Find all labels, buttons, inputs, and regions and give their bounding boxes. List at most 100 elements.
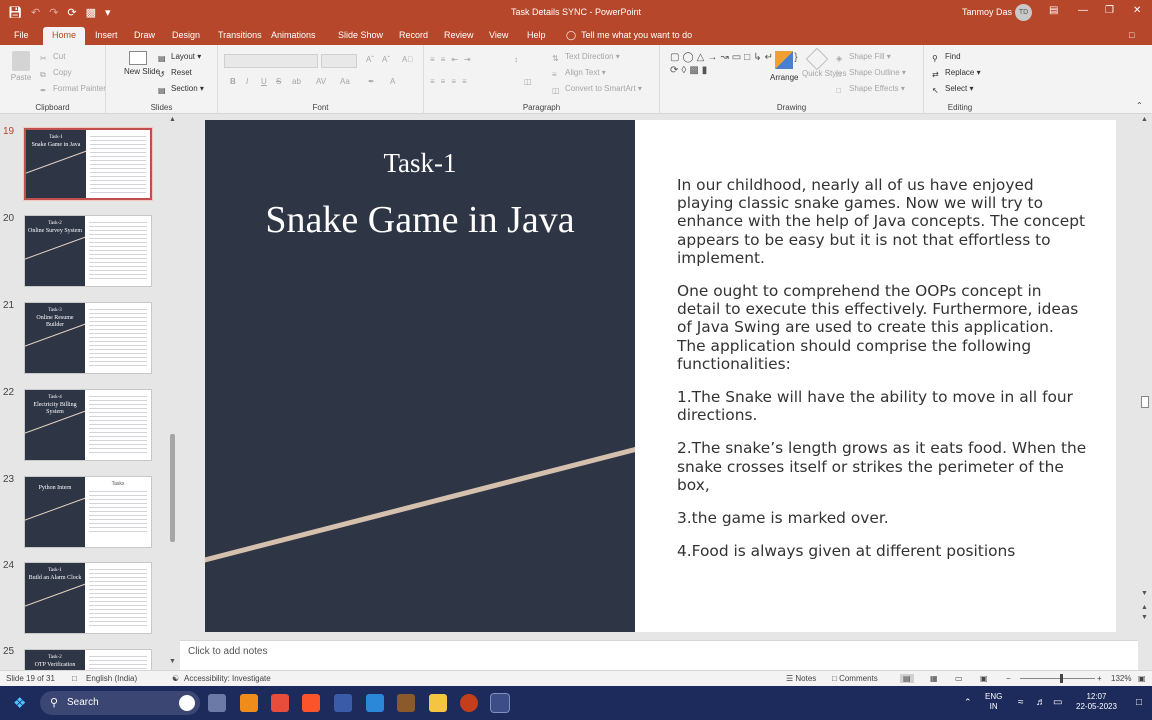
tab-view[interactable]: View: [489, 30, 508, 40]
scroll-up-icon[interactable]: ▲: [169, 116, 176, 123]
shadow-button[interactable]: ab: [292, 77, 301, 86]
italic-button[interactable]: I: [246, 77, 248, 86]
thumbnail-slide-25[interactable]: Task-2 OTP Verification: [24, 649, 152, 670]
accessibility-icon[interactable]: ☯: [172, 674, 179, 683]
previous-slide-icon[interactable]: ▲: [1141, 604, 1148, 611]
zoom-slider[interactable]: [1020, 678, 1095, 679]
highlight-icon[interactable]: ✒: [368, 77, 375, 86]
tab-animations[interactable]: Animations: [271, 30, 316, 40]
scroll-down-icon[interactable]: ▼: [169, 658, 176, 665]
slide-task-label[interactable]: Task-1: [205, 148, 635, 179]
zoom-slider-handle[interactable]: [1060, 674, 1064, 683]
language-tray[interactable]: ENG IN: [985, 692, 1002, 712]
thumbnail-slide-19[interactable]: Task-1 Snake Game in Java: [23, 127, 153, 201]
notes-pane[interactable]: Click to add notes: [180, 640, 1138, 670]
line-spacing-icon[interactable]: ↕: [514, 55, 518, 64]
tab-help[interactable]: Help: [527, 30, 546, 40]
thumbnail-slide-20[interactable]: Task-2 Online Survey System: [24, 215, 152, 287]
shapes-gallery[interactable]: ▢◯△→↝▭□↳↵☆{}⟳◊▩▮: [670, 51, 798, 91]
spelling-icon[interactable]: □: [72, 674, 77, 683]
columns-icon[interactable]: ◫: [524, 77, 532, 86]
tab-record[interactable]: Record: [399, 30, 428, 40]
task-view-icon[interactable]: [208, 694, 226, 712]
volume-icon[interactable]: ♬: [1036, 697, 1046, 708]
list-buttons[interactable]: ≡≡⇤⇥: [430, 55, 477, 64]
current-slide[interactable]: Task-1 Snake Game in Java In our childho…: [205, 120, 1116, 632]
ribbon-display-icon[interactable]: ▤: [1049, 5, 1058, 16]
arrange-button[interactable]: Arrange: [770, 51, 798, 83]
new-slide-button[interactable]: New Slide: [124, 51, 160, 77]
scroll-thumb[interactable]: [1141, 396, 1149, 408]
comments-toggle[interactable]: □ Comments: [832, 674, 878, 683]
scroll-up-icon[interactable]: ▲: [1141, 116, 1148, 123]
shrink-font-icon[interactable]: Aˇ: [382, 55, 390, 64]
battery-icon[interactable]: ▭: [1053, 697, 1062, 708]
tab-home[interactable]: Home: [43, 27, 86, 45]
thumbnail-slide-22[interactable]: Task-4 Electricity Billing System: [24, 389, 152, 461]
bold-button[interactable]: B: [230, 77, 236, 86]
close-icon[interactable]: ✕: [1133, 5, 1141, 16]
tab-insert[interactable]: Insert: [95, 30, 118, 40]
clear-format-icon[interactable]: A⃠: [402, 55, 413, 64]
show-hidden-icons[interactable]: ⌃: [964, 697, 972, 708]
cut-button[interactable]: ✂ Cut: [40, 52, 65, 64]
section-button[interactable]: ▤ Section ▾: [158, 84, 204, 96]
zoom-level[interactable]: 132%: [1111, 674, 1131, 683]
copy-button[interactable]: ⧉ Copy: [40, 68, 72, 80]
vscode-icon[interactable]: [366, 694, 384, 712]
paste-button[interactable]: Paste: [8, 51, 34, 83]
wifi-icon[interactable]: ≈: [1018, 697, 1024, 708]
font-size-select[interactable]: [321, 54, 357, 68]
fit-slide-icon[interactable]: ▣: [1138, 674, 1146, 683]
change-case-button[interactable]: Aa: [340, 77, 350, 86]
windows-start-icon[interactable]: ❖: [13, 694, 26, 712]
thumbnails-scrollbar[interactable]: ▲ ▼: [166, 114, 180, 670]
accessibility-status[interactable]: Accessibility: Investigate: [184, 674, 271, 683]
maximize-icon[interactable]: ❐: [1105, 5, 1114, 16]
normal-view-icon[interactable]: ▤: [900, 674, 914, 683]
reading-view-icon[interactable]: ▭: [955, 674, 963, 683]
file-explorer-icon[interactable]: [429, 694, 447, 712]
clock[interactable]: 12:07 22-05-2023: [1076, 692, 1117, 712]
user-name[interactable]: Tanmoy Das: [962, 7, 1012, 17]
slide-scrollbar[interactable]: ▲ ▼ ▲ ▼: [1138, 114, 1152, 670]
minimize-icon[interactable]: —: [1078, 5, 1088, 16]
align-text-button[interactable]: ≡ Align Text ▾: [552, 68, 606, 80]
font-family-select[interactable]: [224, 54, 318, 68]
tab-review[interactable]: Review: [444, 30, 474, 40]
shape-effects-button[interactable]: □ Shape Effects ▾: [836, 84, 905, 96]
format-painter-button[interactable]: ✒ Format Painter: [40, 84, 106, 96]
tell-me-search[interactable]: ◯ Tell me what you want to do: [566, 30, 692, 41]
replace-button[interactable]: ⇄ Replace ▾: [932, 68, 981, 80]
notification-icon[interactable]: □: [1136, 697, 1142, 708]
thumbnail-slide-23[interactable]: Python Intern Tasks: [24, 476, 152, 548]
text-direction-button[interactable]: ⇅ Text Direction ▾: [552, 52, 620, 64]
shape-fill-button[interactable]: ◈ Shape Fill ▾: [836, 52, 891, 64]
zoom-out-icon[interactable]: −: [1006, 674, 1011, 683]
underline-button[interactable]: U: [261, 77, 267, 86]
scroll-down-icon[interactable]: ▼: [1141, 590, 1148, 597]
layout-button[interactable]: ▤ Layout ▾: [158, 52, 201, 64]
tab-transitions[interactable]: Transitions: [218, 30, 262, 40]
align-buttons[interactable]: ≡≡≡≡: [430, 77, 473, 86]
game-app-icon[interactable]: [397, 694, 415, 712]
convert-smartart-button[interactable]: ◫ Convert to SmartArt ▾: [552, 84, 642, 96]
slide-title[interactable]: Snake Game in Java: [205, 198, 635, 242]
slide-body-text[interactable]: In our childhood, nearly all of us have …: [677, 176, 1087, 575]
find-button[interactable]: ⚲ Find: [932, 52, 961, 64]
font-color-icon[interactable]: A: [390, 77, 395, 86]
taskbar-search[interactable]: ⚲ Search: [40, 691, 200, 715]
reset-button[interactable]: ↺ Reset: [158, 68, 192, 80]
tab-design[interactable]: Design: [172, 30, 200, 40]
notes-toggle[interactable]: ☰ Notes: [786, 674, 816, 683]
language-indicator[interactable]: English (India): [86, 674, 137, 683]
next-slide-icon[interactable]: ▼: [1141, 614, 1148, 621]
comments-icon[interactable]: □: [1129, 30, 1134, 40]
snipping-tool-icon[interactable]: [490, 693, 510, 713]
brave-icon[interactable]: [302, 694, 320, 712]
tab-file[interactable]: File: [14, 30, 29, 40]
tab-draw[interactable]: Draw: [134, 30, 155, 40]
dev-icon[interactable]: [334, 694, 352, 712]
quick-styles-button[interactable]: Quick Styles: [802, 47, 846, 79]
scroll-thumb[interactable]: [170, 434, 175, 542]
